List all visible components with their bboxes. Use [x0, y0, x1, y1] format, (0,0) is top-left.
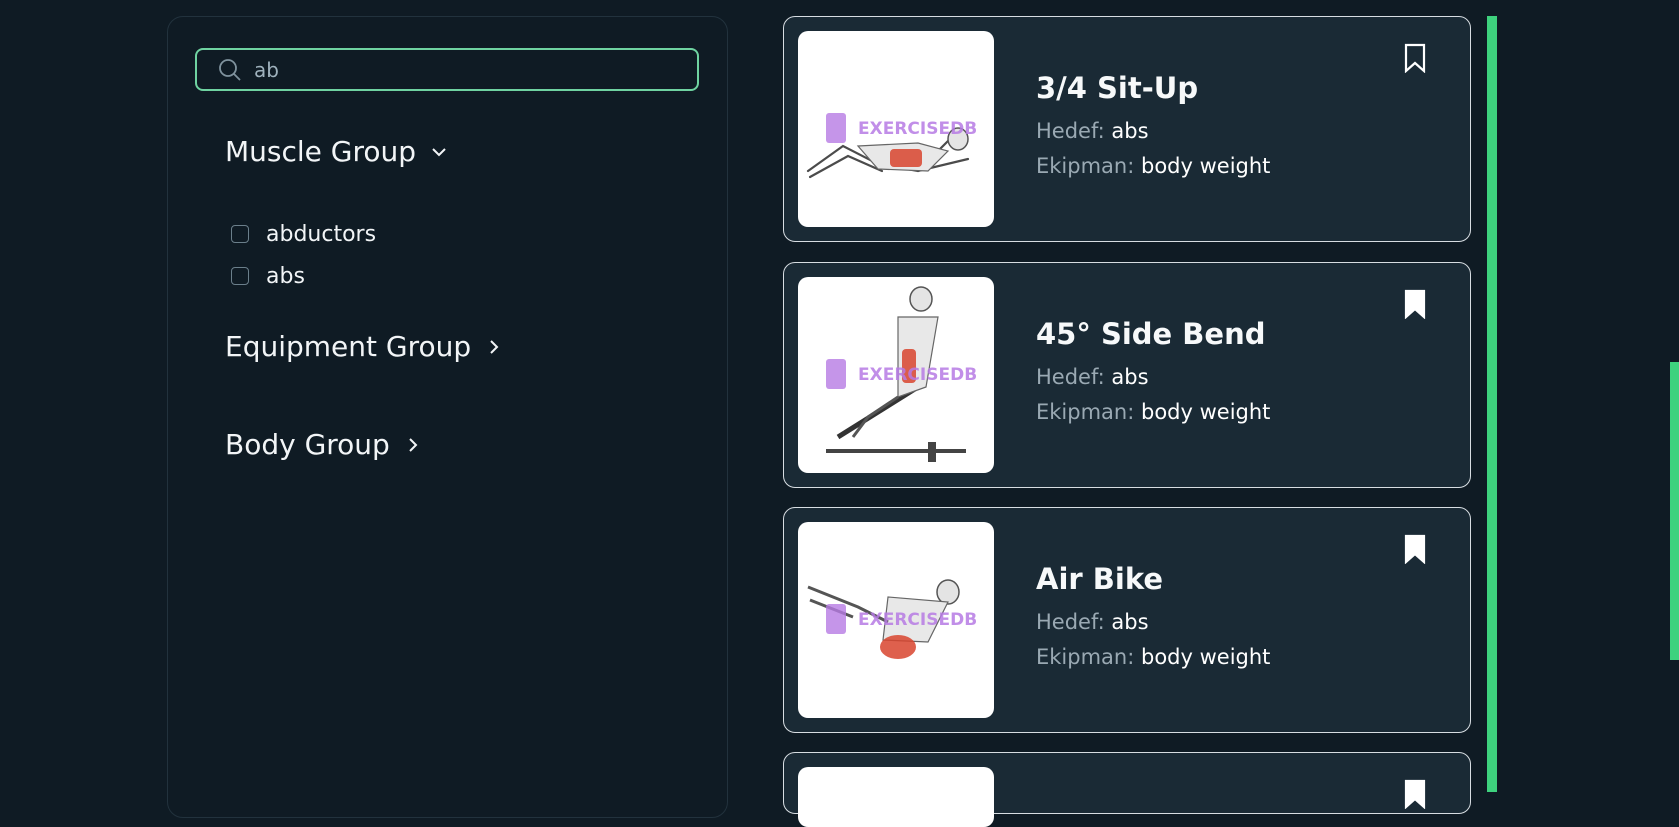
- exercise-name: 45° Side Bend: [1036, 317, 1266, 351]
- target-label: Hedef:: [1036, 610, 1105, 634]
- exercise-image: EXERCISEDB: [798, 522, 994, 718]
- equipment-value: body weight: [1141, 645, 1271, 669]
- exercise-name: 3/4 Sit-Up: [1036, 71, 1199, 105]
- exercise-card[interactable]: [783, 752, 1471, 827]
- option-label: abductors: [266, 221, 377, 247]
- watermark-text: EXERCISEDB: [858, 610, 977, 630]
- equipment-label: Ekipman:: [1036, 154, 1135, 178]
- exercise-equipment: Ekipman: body weight: [1036, 154, 1270, 178]
- body-group-toggle[interactable]: Body Group: [225, 428, 422, 461]
- watermark-text: EXERCISEDB: [858, 119, 977, 139]
- search-input[interactable]: [252, 56, 676, 83]
- equipment-value: body weight: [1141, 154, 1271, 178]
- exercise-illustration: EXERCISEDB: [807, 579, 977, 659]
- search-icon: [219, 58, 241, 81]
- checkbox[interactable]: [231, 225, 249, 243]
- search-box[interactable]: [195, 48, 699, 91]
- option-label: abs: [266, 263, 305, 289]
- chevron-right-icon: [409, 437, 418, 452]
- exercise-name: Air Bike: [1036, 562, 1164, 596]
- exercise-equipment: Ekipman: body weight: [1036, 400, 1270, 424]
- exercise-card[interactable]: EXERCISEDB 45° Side Bend Hedef: abs Ekip…: [783, 262, 1471, 488]
- target-label: Hedef:: [1036, 365, 1105, 389]
- muscle-group-title: Muscle Group: [225, 135, 417, 168]
- exercise-image: EXERCISEDB: [798, 277, 994, 473]
- bookmark-icon[interactable]: [1404, 534, 1426, 564]
- muscle-option-abductors[interactable]: abductors: [231, 213, 376, 255]
- body-group-title: Body Group: [225, 428, 390, 461]
- target-value: abs: [1111, 610, 1149, 634]
- equipment-label: Ekipman:: [1036, 400, 1135, 424]
- exercise-card[interactable]: EXERCISEDB Air Bike Hedef: abs Ekipman: …: [783, 507, 1471, 733]
- page-scrollbar-thumb[interactable]: [1670, 362, 1679, 660]
- target-value: abs: [1111, 365, 1149, 389]
- target-value: abs: [1111, 119, 1149, 143]
- exercise-target: Hedef: abs: [1036, 365, 1149, 389]
- bookmark-icon[interactable]: [1404, 43, 1426, 73]
- muscle-group-toggle[interactable]: Muscle Group: [225, 135, 448, 168]
- equipment-group-toggle[interactable]: Equipment Group: [225, 330, 503, 363]
- chevron-down-icon: [432, 147, 446, 156]
- bookmark-icon[interactable]: [1404, 289, 1426, 319]
- exercise-illustration: EXERCISEDB: [806, 113, 977, 179]
- chevron-right-icon: [490, 339, 499, 354]
- exercise-target: Hedef: abs: [1036, 610, 1149, 634]
- exercise-image: EXERCISEDB: [798, 31, 994, 227]
- checkbox[interactable]: [231, 267, 249, 285]
- exercise-equipment: Ekipman: body weight: [1036, 645, 1270, 669]
- exercise-card[interactable]: EXERCISEDB 3/4 Sit-Up Hedef: abs Ekipman…: [783, 16, 1471, 242]
- equipment-label: Ekipman:: [1036, 645, 1135, 669]
- muscle-option-abs[interactable]: abs: [231, 255, 376, 297]
- equipment-value: body weight: [1141, 400, 1271, 424]
- exercise-image: [798, 767, 994, 827]
- watermark-text: EXERCISEDB: [858, 365, 977, 385]
- target-label: Hedef:: [1036, 119, 1105, 143]
- equipment-group-title: Equipment Group: [225, 330, 472, 363]
- exercise-target: Hedef: abs: [1036, 119, 1149, 143]
- list-scrollbar[interactable]: [1487, 16, 1497, 792]
- muscle-group-options: abductors abs: [231, 213, 376, 297]
- filter-sidebar: Muscle Group abductors abs Equipment Gro…: [167, 16, 728, 818]
- bookmark-icon[interactable]: [1404, 779, 1426, 809]
- exercise-illustration: EXERCISEDB: [826, 286, 977, 462]
